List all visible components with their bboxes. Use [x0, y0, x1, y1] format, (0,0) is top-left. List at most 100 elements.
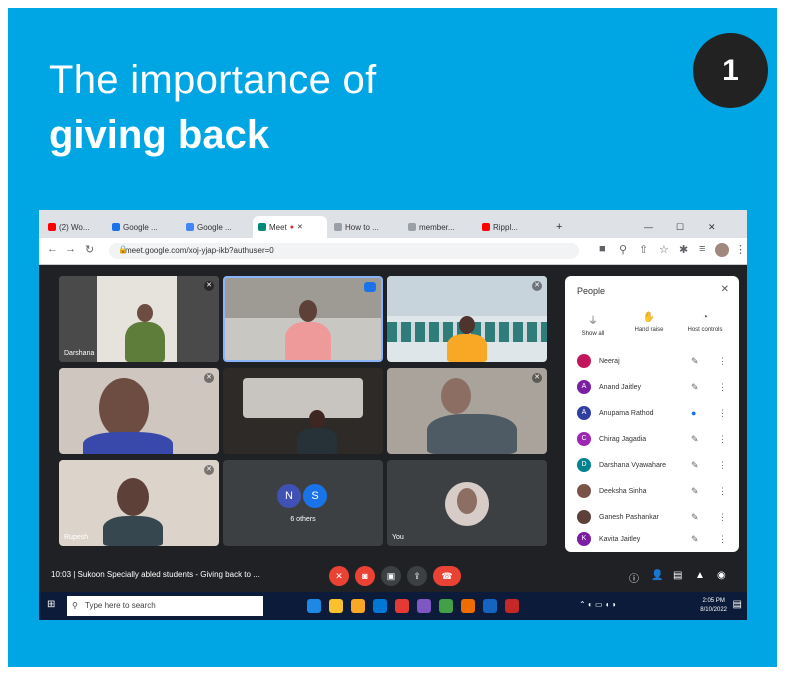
mute-all-button[interactable]: ⏚ Show all — [569, 312, 617, 337]
participant-row[interactable]: Neeraj ✎ ⋮ — [573, 350, 733, 374]
action-label: Host controls — [687, 327, 723, 333]
windows-start-icon[interactable]: ⊞ — [47, 599, 55, 610]
camera-icon[interactable]: ■ — [599, 243, 606, 255]
new-tab-icon[interactable]: + — [551, 216, 567, 238]
search-placeholder: Type here to search — [85, 601, 156, 610]
forward-icon[interactable]: → — [65, 243, 76, 255]
close-icon[interactable]: ✕ — [297, 223, 303, 231]
more-options-icon[interactable]: ⋮ — [718, 534, 727, 545]
excel-icon[interactable] — [439, 599, 453, 613]
browser-tab[interactable]: member... — [403, 216, 475, 238]
video-tile-speaking[interactable] — [223, 276, 383, 362]
bookmark-star-icon[interactable]: ☆ — [659, 243, 669, 256]
browser-tab[interactable]: Google ... — [181, 216, 251, 238]
more-options-icon[interactable]: ⋮ — [718, 512, 727, 523]
leave-call-button[interactable]: ☎ — [433, 566, 461, 586]
mic-off-icon: ✎ — [691, 382, 699, 392]
system-tray-icons[interactable]: ⌃ ◐ ▭ ◖ ◗ — [579, 600, 617, 609]
video-tile-self[interactable]: You — [387, 460, 547, 546]
more-options-icon[interactable]: ⋮ — [718, 434, 727, 445]
present-button[interactable]: ⇪ — [407, 566, 427, 586]
lock-icon[interactable]: ◉ — [717, 570, 726, 581]
browser-tab[interactable]: (2) Wo... — [43, 216, 105, 238]
captions-button[interactable]: ▣ — [381, 566, 401, 586]
more-options-icon[interactable]: ⋮ — [718, 382, 727, 393]
clock-date: 8/10/2022 — [700, 607, 727, 613]
host-controls-button[interactable]: ◔ Host controls — [681, 312, 729, 333]
mic-off-button[interactable]: ✕ — [329, 566, 349, 586]
menu-dots-icon[interactable]: ⋮ — [735, 243, 746, 256]
sidebar-icon[interactable]: ≡ — [699, 243, 705, 255]
explorer-icon[interactable] — [351, 599, 365, 613]
powerpoint-icon[interactable] — [461, 599, 475, 613]
share-icon[interactable]: ⇧ — [639, 243, 648, 256]
notification-icon[interactable]: ▤ — [733, 599, 742, 610]
action-label: Hand raise — [634, 327, 664, 333]
video-tile[interactable]: ✕ — [387, 276, 547, 362]
maximize-icon[interactable]: ☐ — [671, 216, 689, 238]
back-icon[interactable]: ← — [47, 243, 58, 255]
taskbar-clock[interactable]: 2:05 PM 8/10/2022 — [700, 597, 727, 615]
tile-name: Rupesh — [64, 534, 89, 541]
participant-row[interactable]: C Chirag Jagadia ✎ ⋮ — [573, 428, 733, 452]
participant-head — [99, 378, 149, 438]
more-options-icon[interactable]: ⋮ — [718, 356, 727, 367]
mic-icon: ⏚ — [588, 316, 598, 327]
activities-icon[interactable]: ▲ — [695, 570, 705, 581]
participant-row[interactable]: Deeksha Sinha ✎ ⋮ — [573, 480, 733, 504]
teams-icon[interactable] — [417, 599, 431, 613]
hand-raise-button[interactable]: ✋ Hand raise — [625, 312, 673, 333]
more-options-icon[interactable]: ⋮ — [718, 486, 727, 497]
browser-tab[interactable]: Rippl... — [477, 216, 549, 238]
profile-avatar[interactable] — [715, 243, 729, 257]
video-tile-others[interactable]: N S 6 others — [223, 460, 383, 546]
mic-off-icon: ✎ — [691, 460, 699, 470]
number-badge: 1 — [693, 33, 768, 108]
more-options-icon[interactable]: ⋮ — [718, 408, 727, 419]
mic-off-icon: ✕ — [204, 465, 214, 475]
edge-icon[interactable] — [307, 599, 321, 613]
info-icon[interactable]: ⓘ — [629, 570, 639, 585]
minimize-icon[interactable]: — — [639, 216, 658, 238]
chrome-icon[interactable] — [329, 599, 343, 613]
browser-tab[interactable]: Google ... — [107, 216, 179, 238]
more-options-icon[interactable]: ⋮ — [718, 460, 727, 471]
app-icon[interactable] — [395, 599, 409, 613]
people-icon[interactable]: 👤 — [651, 570, 663, 581]
zoom-icon[interactable]: ⚲ — [619, 243, 627, 256]
browser-tab[interactable]: How to ... — [329, 216, 401, 238]
chat-icon[interactable]: ▤ — [673, 570, 682, 581]
video-tile[interactable]: ✕ Rupesh — [59, 460, 219, 546]
taskbar-search[interactable]: ⚲ Type here to search — [67, 596, 263, 616]
participant-row[interactable]: Ganesh Pashankar ✎ ⋮ — [573, 506, 733, 530]
participant-row[interactable]: K Kavita Jaitley ✎ ⋮ — [573, 528, 733, 552]
participant-body — [297, 428, 337, 454]
participant-row[interactable]: A Anupama Rathod ● ⋮ — [573, 402, 733, 426]
browser-tab-active[interactable]: Meet ● ✕ — [253, 216, 327, 238]
url-field[interactable]: meet.google.com/xoj-yjap-ikb?authuser=0 — [109, 243, 579, 259]
close-icon[interactable]: ✕ — [721, 284, 729, 295]
acrobat-icon[interactable] — [505, 599, 519, 613]
participant-row[interactable]: D Darshana Vyawahare ✎ ⋮ — [573, 454, 733, 478]
panel-title: People — [577, 286, 606, 296]
video-tile[interactable]: ✕ — [387, 368, 547, 454]
store-icon[interactable] — [373, 599, 387, 613]
window-close-icon[interactable]: ✕ — [703, 216, 721, 238]
reload-icon[interactable]: ↻ — [85, 243, 94, 256]
participant-body — [83, 432, 173, 454]
participant-row[interactable]: A Anand Jaitley ✎ ⋮ — [573, 376, 733, 400]
word-icon[interactable] — [483, 599, 497, 613]
video-tile[interactable]: ✕ — [59, 368, 219, 454]
camera-off-button[interactable]: ◙ — [355, 566, 375, 586]
mic-off-icon: ✕ — [204, 373, 214, 383]
video-tile[interactable]: ✕ Darshana — [59, 276, 219, 362]
avatar: S — [303, 484, 327, 508]
extension-icon[interactable]: ✱ — [679, 243, 688, 256]
participant-head — [457, 488, 477, 514]
search-icon — [408, 223, 416, 231]
participant-head — [459, 316, 475, 334]
video-tile[interactable] — [223, 368, 383, 454]
drive-icon — [112, 223, 120, 231]
avatar: D — [577, 458, 591, 472]
mic-off-icon: ✎ — [691, 356, 699, 366]
